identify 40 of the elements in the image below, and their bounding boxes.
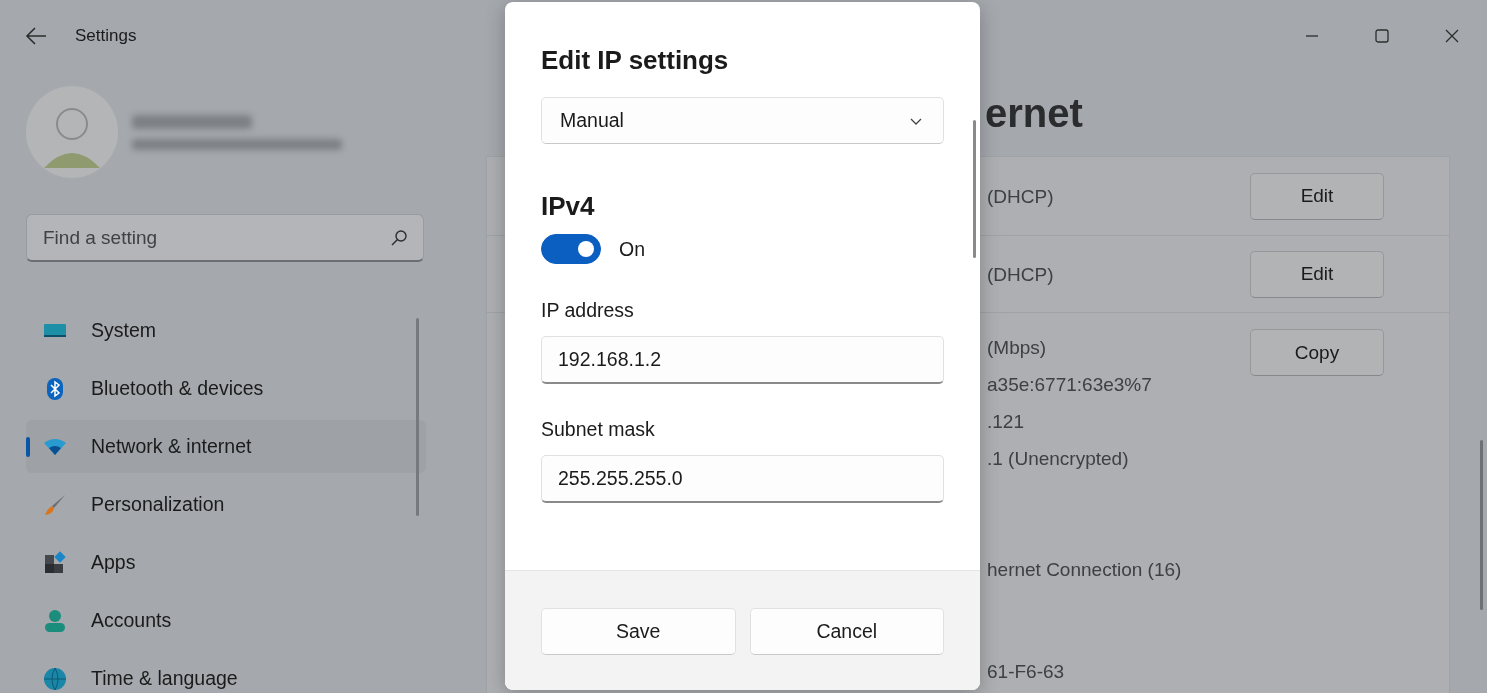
setting-value: (Mbps) [987, 336, 1048, 360]
search-icon [390, 229, 408, 247]
back-arrow-icon[interactable] [25, 25, 47, 47]
field-label: Subnet mask [541, 417, 656, 442]
setting-value: 61-F6-63 [987, 660, 1066, 684]
setting-value: .1 (Unencrypted) [987, 447, 1130, 471]
setting-value: hernet Connection (16) [987, 558, 1183, 582]
dialog-button[interactable]: Cancel [749, 608, 944, 655]
row-button[interactable]: Copy [1250, 329, 1384, 376]
dialog-button[interactable]: Save [541, 608, 736, 655]
input-field[interactable]: 255.255.255.0 [541, 455, 944, 503]
search-field[interactable]: Find a setting [26, 214, 424, 262]
paintbrush-icon [43, 492, 67, 517]
selection-indicator [26, 437, 30, 457]
dialog-title: Edit IP settings [541, 44, 730, 77]
nav-item[interactable]: Accounts [26, 594, 426, 647]
nav-item[interactable]: Personalization [26, 478, 426, 531]
avatar-icon [26, 86, 118, 178]
field-label: IP address [541, 298, 635, 323]
nav-item[interactable]: Apps [26, 536, 426, 589]
page-title: ernet [985, 90, 1083, 136]
input-field[interactable]: 192.168.1.2 [541, 336, 944, 384]
dropdown[interactable]: Manual [541, 97, 944, 144]
maximize-icon[interactable] [1374, 28, 1390, 44]
section-heading: IPv4 [541, 190, 596, 223]
window-title: Settings [75, 26, 137, 46]
apps-icon [43, 550, 67, 575]
setting-value: (DHCP) [987, 184, 1055, 209]
nav-item[interactable]: Network & internet [26, 420, 426, 473]
row-button[interactable]: Edit [1250, 250, 1384, 298]
close-icon[interactable] [1444, 28, 1460, 44]
setting-value: .121 [987, 410, 1025, 434]
globe-icon [43, 666, 67, 691]
nav-item[interactable]: Time & language [26, 652, 426, 693]
toggle-switch[interactable] [541, 234, 601, 264]
toggle-label: On [619, 237, 645, 261]
setting-value: (DHCP) [987, 262, 1055, 287]
person-icon [43, 608, 67, 633]
row-button[interactable]: Edit [1250, 172, 1384, 220]
setting-value: a35e:6771:63e3%7 [987, 373, 1153, 397]
